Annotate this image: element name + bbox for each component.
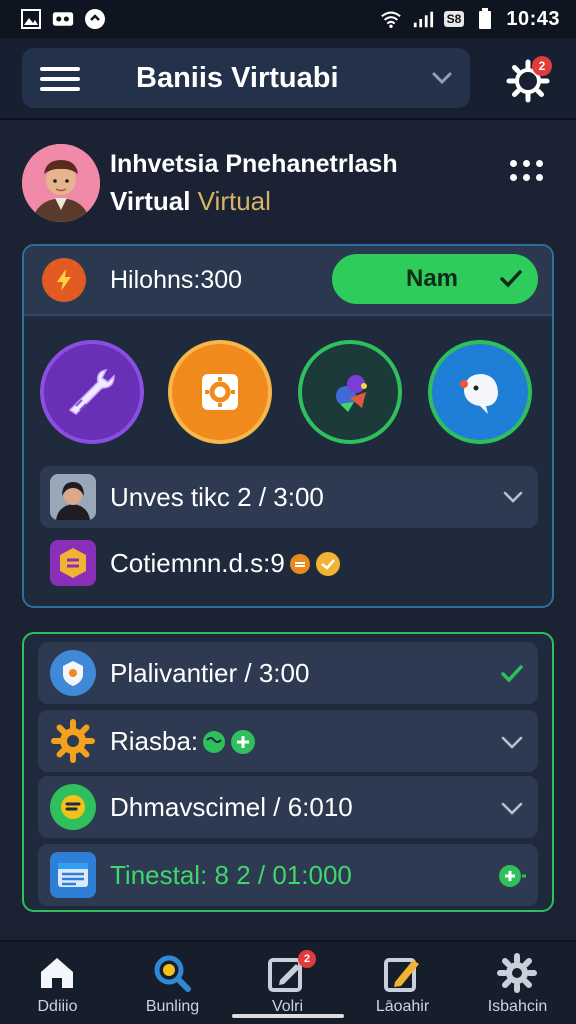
profile-header: Inhvetsia Pnehanetrlash Virtual Virtual — [22, 142, 554, 224]
more-options-icon[interactable] — [508, 156, 544, 186]
clock: 10:43 — [506, 7, 560, 30]
gear-icon — [50, 718, 96, 764]
list-row-2-label: Riasba: — [110, 726, 199, 756]
chevron-down-icon[interactable] — [428, 64, 456, 92]
battery-icon — [474, 8, 496, 30]
list-row-3[interactable]: Dhmavscimel / 6:010 — [38, 776, 538, 838]
card-row-1[interactable]: Unves tikc 2 / 3:00 — [40, 466, 538, 528]
home-icon — [41, 958, 73, 988]
plus-circle-icon[interactable] — [230, 729, 256, 755]
title-dropdown[interactable]: Baniis Virtuabi — [22, 48, 470, 108]
profile-subtitle-main: Virtual — [110, 186, 191, 216]
nav-label-home: Ddiiio — [37, 998, 78, 1015]
bottom-nav: Ddiiio Bunling 2 Volri Lāoahir Isbahcin — [0, 940, 576, 1024]
avatar[interactable] — [22, 144, 100, 222]
bolt-icon — [42, 258, 86, 302]
list-row-1-text: Plalivantier / 3:00 — [110, 658, 310, 688]
gallery-icon — [20, 8, 42, 30]
badge-icon — [315, 551, 340, 576]
user-thumbnail — [50, 474, 96, 520]
nav-item-home[interactable]: Ddiiio — [0, 942, 115, 1024]
coin-icon — [289, 553, 310, 574]
gear-app-icon[interactable] — [168, 340, 272, 444]
check-icon — [500, 270, 522, 288]
chevron-down-icon[interactable] — [500, 484, 526, 510]
app-icon-row — [24, 340, 552, 446]
nav-badge: 2 — [298, 950, 316, 968]
chevron-down-icon[interactable] — [498, 728, 526, 756]
hexagon-icon — [50, 540, 96, 586]
list-row-4[interactable]: Tinestal: 8 2 / 01:000 — [38, 844, 538, 906]
home-indicator[interactable] — [232, 1014, 344, 1018]
card-row-2[interactable]: Cotiemnn.d.s:9 — [40, 532, 538, 594]
list-row-1[interactable]: Plalivantier / 3:00 — [38, 642, 538, 704]
check-icon — [501, 665, 523, 683]
list-row-2-text: Riasba: — [110, 726, 256, 757]
app-title: Baniis Virtuabi — [136, 62, 339, 94]
list-card: Plalivantier / 3:00 Riasba: Dhmavscimel … — [22, 632, 554, 912]
nav-item-notes[interactable]: Lāoahir — [345, 942, 460, 1024]
chat-icon — [50, 784, 96, 830]
shapes-app-icon[interactable] — [298, 340, 402, 444]
list-row-4-text: Tinestal: 8 2 / 01:000 — [110, 860, 352, 890]
balance-row: Hilohns:300 Nam — [24, 246, 552, 316]
globe-icon — [203, 730, 226, 753]
list-row-3-text: Dhmavscimel / 6:010 — [110, 792, 353, 822]
plus-circle-icon[interactable] — [498, 862, 526, 890]
card-row-2-text: Cotiemnn.d.s:9 — [110, 548, 341, 579]
card-row-1-text: Unves tikc 2 / 3:00 — [110, 482, 324, 512]
status-bar: S8 10:43 — [0, 0, 576, 38]
nav-item-compose[interactable]: 2 Volri — [230, 942, 345, 1024]
signal-icon — [412, 8, 434, 30]
circle-icon — [84, 8, 106, 30]
app-icon — [52, 8, 74, 30]
document-icon — [50, 852, 96, 898]
nav-item-settings[interactable]: Isbahcin — [460, 942, 575, 1024]
card-row-2-label: Cotiemnn.d.s:9 — [110, 548, 285, 578]
list-row-2[interactable]: Riasba: — [38, 710, 538, 772]
profile-name: Inhvetsia Pnehanetrlash — [110, 150, 398, 178]
menu-icon[interactable] — [40, 67, 80, 91]
notification-badge: 2 — [532, 56, 552, 76]
confirm-button-label: Nam — [406, 265, 459, 292]
wrench-app-icon[interactable] — [40, 340, 144, 444]
balance-card: Hilohns:300 Nam Unves tikc 2 / 3:00 Coti… — [22, 244, 554, 608]
search-icon — [154, 955, 191, 992]
balance-label: Hilohns:300 — [110, 266, 243, 294]
wifi-icon — [380, 8, 402, 30]
profile-subtitle-accent: Virtual — [197, 186, 271, 216]
nav-label-notes: Lāoahir — [375, 998, 430, 1015]
battery-label: S8 — [443, 11, 465, 27]
chevron-down-icon[interactable] — [498, 794, 526, 822]
nav-item-search[interactable]: Bunling — [115, 942, 230, 1024]
profile-subtitle: Virtual Virtual — [110, 186, 271, 217]
top-bar: Baniis Virtuabi 2 — [0, 38, 576, 120]
shield-icon — [50, 650, 96, 696]
ghost-app-icon[interactable] — [428, 340, 532, 444]
pencil-icon — [384, 958, 419, 992]
nav-label-search: Bunling — [145, 998, 200, 1015]
gear-icon — [497, 953, 537, 993]
confirm-button[interactable]: Nam — [332, 254, 538, 304]
nav-label-settings: Isbahcin — [487, 998, 548, 1015]
